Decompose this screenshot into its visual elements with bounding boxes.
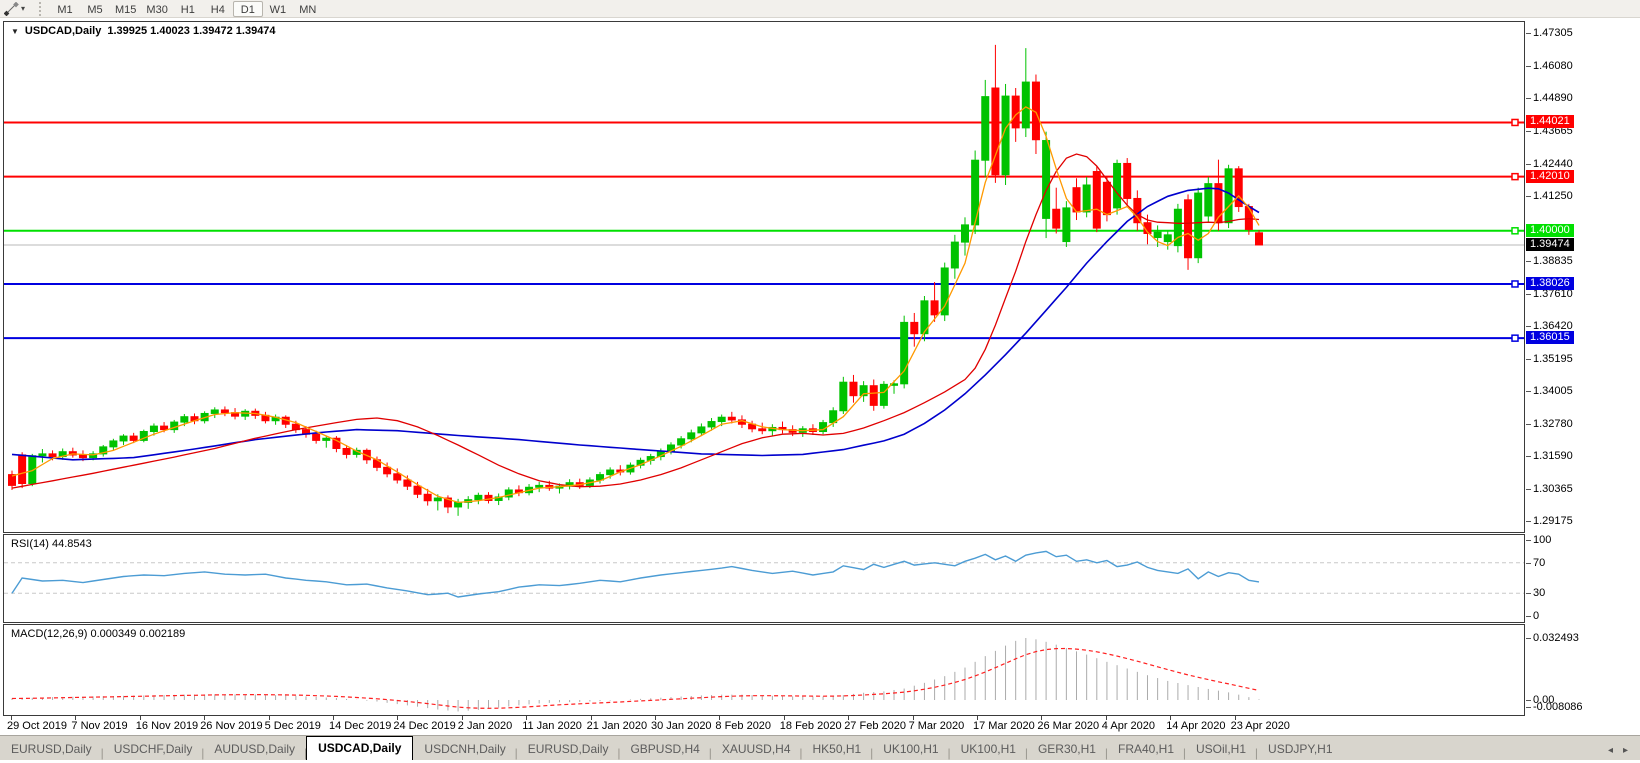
timeframe-button-h1[interactable]: H1 bbox=[173, 1, 203, 17]
tab-hk50-h1[interactable]: HK50,H1| bbox=[802, 739, 873, 760]
timeframe-button-d1[interactable]: D1 bbox=[233, 1, 263, 17]
hline-price-label: 1.38026 bbox=[1526, 277, 1574, 290]
rsi-tick-label: 0 bbox=[1533, 610, 1539, 622]
tab-usdcnh-daily[interactable]: USDCNH,Daily| bbox=[413, 739, 516, 760]
price-tick-label: 1.32780 bbox=[1533, 418, 1573, 430]
date-label: 4 Apr 2020 bbox=[1102, 720, 1155, 732]
date-label: 27 Feb 2020 bbox=[844, 720, 906, 732]
hline-price-label: 1.40000 bbox=[1526, 224, 1574, 237]
rsi-chart-canvas bbox=[4, 535, 1524, 622]
date-label: 23 Apr 2020 bbox=[1231, 720, 1290, 732]
tab-uk100-h1[interactable]: UK100,H1| bbox=[950, 739, 1027, 760]
price-tick-label: 1.38835 bbox=[1533, 255, 1573, 267]
macd-label: MACD(12,26,9) 0.000349 0.002189 bbox=[11, 628, 185, 640]
date-label: 29 Oct 2019 bbox=[7, 720, 67, 732]
tab-usdchf-daily[interactable]: USDCHF,Daily| bbox=[103, 739, 204, 760]
tab-gbpusd-h4[interactable]: GBPUSD,H4| bbox=[619, 739, 710, 760]
date-label: 24 Dec 2019 bbox=[393, 720, 455, 732]
line-studies-icon bbox=[4, 2, 19, 16]
macd-chart-canvas bbox=[4, 625, 1524, 715]
date-label: 14 Dec 2019 bbox=[329, 720, 391, 732]
date-label: 30 Jan 2020 bbox=[651, 720, 712, 732]
tab-eurusd-daily[interactable]: EURUSD,Daily| bbox=[517, 739, 620, 760]
timeframe-button-m15[interactable]: M15 bbox=[110, 1, 141, 17]
price-tick-label: 1.35195 bbox=[1533, 353, 1573, 365]
tab-uk100-h1[interactable]: UK100,H1| bbox=[872, 739, 949, 760]
chart-dropdown-icon[interactable]: ▼ bbox=[11, 27, 19, 36]
date-label: 8 Feb 2020 bbox=[715, 720, 771, 732]
date-label: 2 Jan 2020 bbox=[458, 720, 512, 732]
timeframe-button-group: M1M5M15M30H1H4D1W1MN bbox=[50, 1, 323, 17]
timeframe-button-m30[interactable]: M30 bbox=[141, 1, 172, 17]
timeframe-button-m5[interactable]: M5 bbox=[80, 1, 110, 17]
price-tick-label: 1.42440 bbox=[1533, 158, 1573, 170]
rsi-tick-label: 100 bbox=[1533, 534, 1551, 546]
timeframe-button-h4[interactable]: H4 bbox=[203, 1, 233, 17]
price-axis: 1.473051.460801.448901.436651.424401.412… bbox=[1525, 21, 1640, 716]
timeframe-button-mn[interactable]: MN bbox=[293, 1, 323, 17]
tab-ger30-h1[interactable]: GER30,H1| bbox=[1027, 739, 1107, 760]
tab-scroll-buttons: ◂ ▸ bbox=[1608, 745, 1640, 760]
tab-fra40-h1[interactable]: FRA40,H1| bbox=[1107, 739, 1185, 760]
timeframe-button-m1[interactable]: M1 bbox=[50, 1, 80, 17]
tab-scroll-left-icon[interactable]: ◂ bbox=[1608, 745, 1613, 756]
price-tick-label: 1.46080 bbox=[1533, 60, 1573, 72]
top-toolbar: ▾ M1M5M15M30H1H4D1W1MN bbox=[0, 0, 1640, 18]
price-tick-label: 1.29175 bbox=[1533, 515, 1573, 527]
rsi-panel: RSI(14) 44.8543 bbox=[3, 534, 1525, 623]
tab-xauusd-h4[interactable]: XAUUSD,H4| bbox=[711, 739, 802, 760]
date-label: 18 Feb 2020 bbox=[780, 720, 842, 732]
date-label: 5 Dec 2019 bbox=[265, 720, 321, 732]
date-label: 11 Jan 2020 bbox=[522, 720, 582, 732]
macd-tick-label: 0.032493 bbox=[1533, 632, 1579, 644]
toolbar-grip-handle[interactable] bbox=[39, 2, 44, 16]
chart-ohlc-values: 1.39925 1.40023 1.39472 1.39474 bbox=[107, 25, 275, 37]
macd-tick-label: -0.008086 bbox=[1533, 701, 1583, 713]
price-tick-label: 1.31590 bbox=[1533, 450, 1573, 462]
price-tick-label: 1.44890 bbox=[1533, 92, 1573, 104]
tab-audusd-daily[interactable]: AUDUSD,Daily| bbox=[203, 739, 306, 760]
rsi-label: RSI(14) 44.8543 bbox=[11, 538, 92, 550]
macd-panel: MACD(12,26,9) 0.000349 0.002189 bbox=[3, 624, 1525, 716]
candlestick-chart-canvas bbox=[4, 22, 1524, 532]
chart-tab-bar: EURUSD,Daily|USDCHF,Daily|AUDUSD,Daily|U… bbox=[0, 735, 1640, 760]
date-label: 26 Mar 2020 bbox=[1037, 720, 1099, 732]
line-studies-tool-button[interactable]: ▾ bbox=[0, 0, 29, 18]
hline-price-label: 1.36015 bbox=[1526, 331, 1574, 344]
chevron-down-icon[interactable]: ▾ bbox=[21, 4, 25, 13]
date-axis: 29 Oct 2019 7 Nov 2019 16 Nov 201926 Nov 2… bbox=[3, 716, 1525, 735]
tab-usdjpy-h1[interactable]: USDJPY,H1 bbox=[1257, 739, 1343, 760]
chart-tabs: EURUSD,Daily|USDCHF,Daily|AUDUSD,Daily|U… bbox=[0, 736, 1344, 760]
tab-usoil-h1[interactable]: USOil,H1| bbox=[1185, 739, 1257, 760]
date-label: 21 Jan 2020 bbox=[587, 720, 648, 732]
timeframe-button-w1[interactable]: W1 bbox=[263, 1, 293, 17]
tab-scroll-right-icon[interactable]: ▸ bbox=[1623, 745, 1628, 756]
price-tick-label: 1.30365 bbox=[1533, 483, 1573, 495]
chart-title: ▼ USDCAD,Daily 1.39925 1.40023 1.39472 1… bbox=[11, 25, 276, 37]
rsi-tick-label: 70 bbox=[1533, 557, 1545, 569]
price-tick-label: 1.41250 bbox=[1533, 190, 1573, 202]
price-tick-label: 1.37610 bbox=[1533, 288, 1573, 300]
chart-symbol-period: USDCAD,Daily bbox=[25, 25, 101, 37]
date-label: 26 Nov 2019 bbox=[200, 720, 262, 732]
current-price-label: 1.39474 bbox=[1526, 238, 1574, 251]
price-tick-label: 1.34005 bbox=[1533, 385, 1573, 397]
date-label: 17 Mar 2020 bbox=[973, 720, 1035, 732]
hline-price-label: 1.44021 bbox=[1526, 115, 1574, 128]
rsi-tick-label: 30 bbox=[1533, 587, 1545, 599]
hline-price-label: 1.42010 bbox=[1526, 170, 1574, 183]
main-chart-panel: ▼ USDCAD,Daily 1.39925 1.40023 1.39472 1… bbox=[3, 21, 1525, 533]
date-label: 14 Apr 2020 bbox=[1166, 720, 1225, 732]
price-tick-label: 1.47305 bbox=[1533, 27, 1573, 39]
tab-eurusd-daily[interactable]: EURUSD,Daily| bbox=[0, 739, 103, 760]
tab-usdcad-daily[interactable]: USDCAD,Daily bbox=[306, 736, 413, 760]
date-label: 7 Mar 2020 bbox=[909, 720, 965, 732]
date-label: 7 Nov 2019 bbox=[71, 720, 127, 732]
date-label: 16 Nov 2019 bbox=[136, 720, 198, 732]
